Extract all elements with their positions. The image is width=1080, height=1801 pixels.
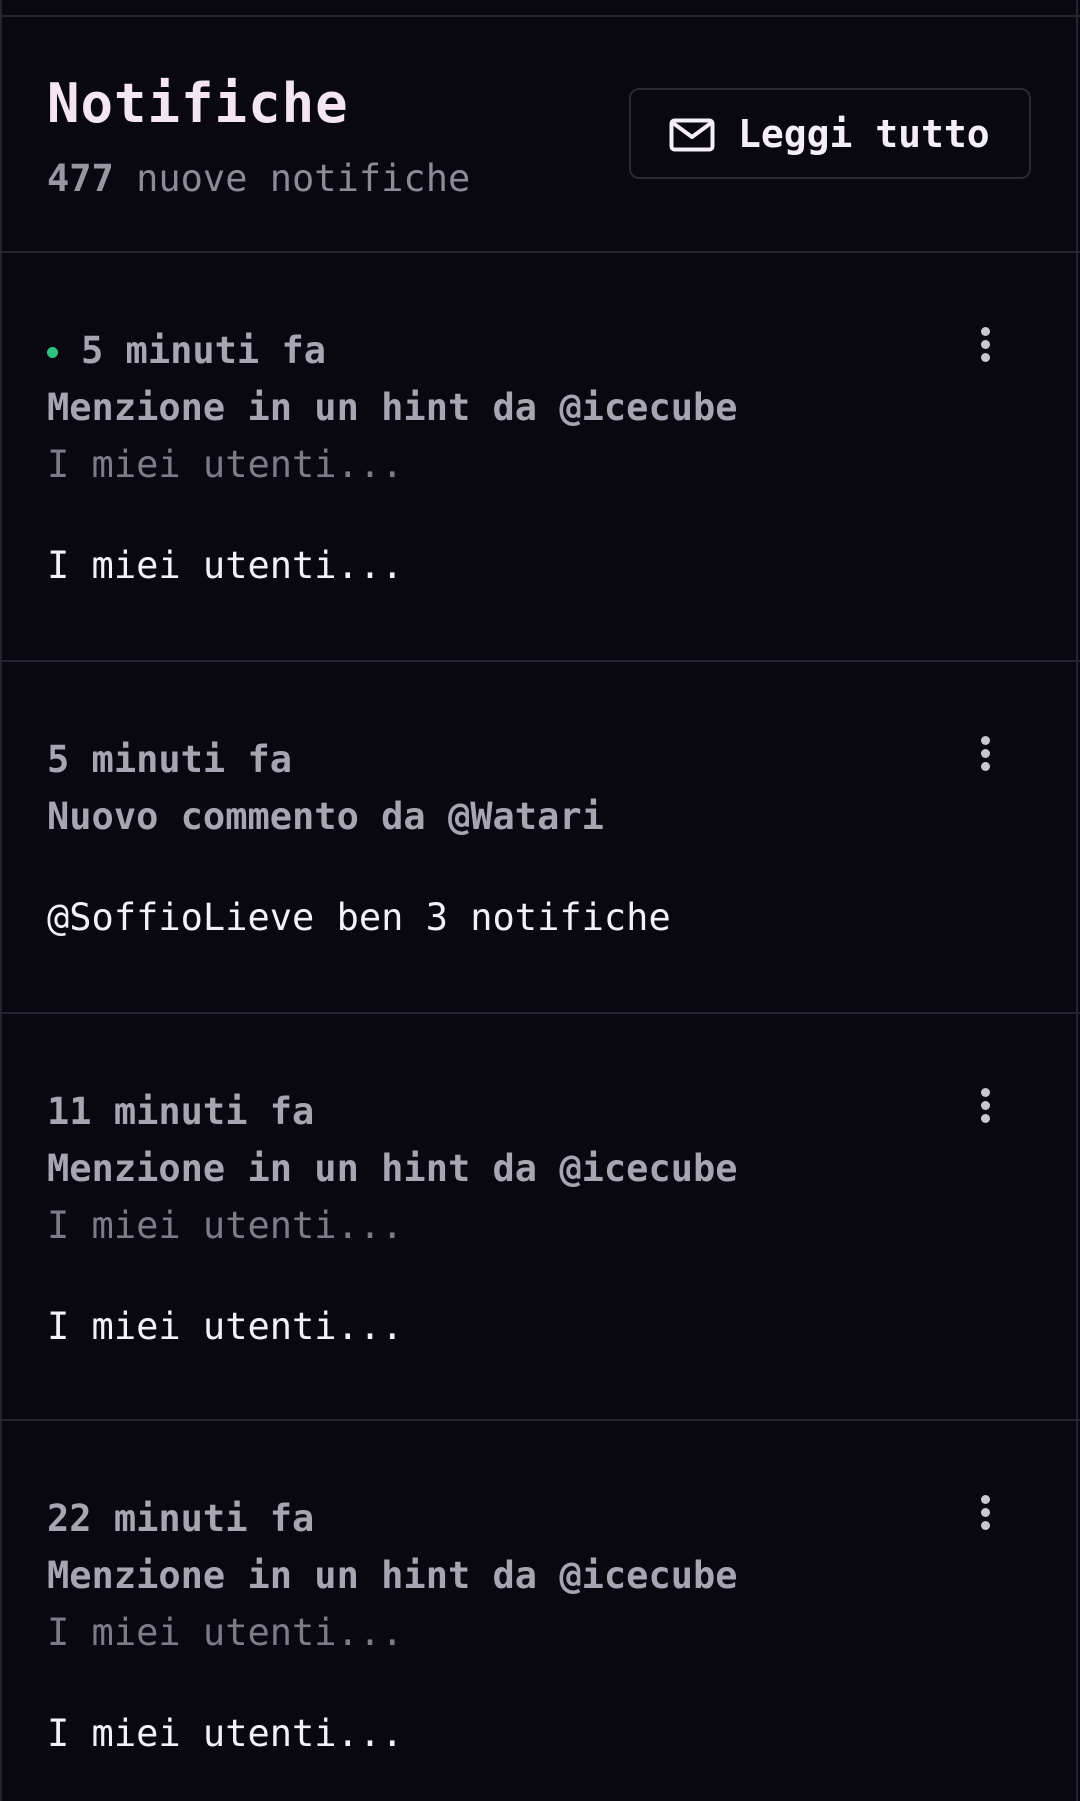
notification-item[interactable]: 5 minuti fa Nuovo commento da @Watari @S… xyxy=(0,662,1080,1014)
notification-title: Menzione in un hint da @icecube xyxy=(47,386,738,429)
unread-count-suffix: nuove notifiche xyxy=(113,157,471,200)
notification-body: I miei utenti... xyxy=(47,1305,404,1348)
page-title: Notifiche xyxy=(47,72,349,135)
notification-title: Menzione in un hint da @icecube xyxy=(47,1554,738,1597)
notification-title: Nuovo commento da @Watari xyxy=(47,795,604,838)
envelope-icon xyxy=(669,118,715,152)
read-all-label: Leggi tutto xyxy=(738,112,990,156)
more-options-icon[interactable] xyxy=(975,327,999,371)
notification-time: 22 minuti fa xyxy=(47,1497,315,1540)
notification-body: I miei utenti... xyxy=(47,1712,404,1755)
notification-item[interactable]: 11 minuti fa Menzione in un hint da @ice… xyxy=(0,1014,1080,1421)
unread-dot xyxy=(47,347,58,358)
notification-item[interactable]: 5 minuti fa Menzione in un hint da @icec… xyxy=(0,253,1080,662)
notification-time: 11 minuti fa xyxy=(47,1090,315,1133)
notification-time: 5 minuti fa xyxy=(81,329,327,372)
notification-excerpt: I miei utenti... xyxy=(47,443,404,486)
notification-title: Menzione in un hint da @icecube xyxy=(47,1147,738,1190)
more-options-icon[interactable] xyxy=(975,736,999,780)
notification-excerpt: I miei utenti... xyxy=(47,1204,404,1247)
more-options-icon[interactable] xyxy=(975,1495,999,1539)
unread-count: 477 xyxy=(47,157,114,200)
unread-count-text: 477 nuove notifiche xyxy=(47,157,470,200)
notification-body: I miei utenti... xyxy=(47,544,404,587)
notification-time: 5 minuti fa xyxy=(47,738,293,781)
read-all-button[interactable]: Leggi tutto xyxy=(629,88,1031,179)
notifications-header: Notifiche 477 nuove notifiche Leggi tutt… xyxy=(0,17,1080,253)
notification-item[interactable]: 22 minuti fa Menzione in un hint da @ice… xyxy=(0,1421,1080,1801)
notification-excerpt: I miei utenti... xyxy=(47,1611,404,1654)
more-options-icon[interactable] xyxy=(975,1088,999,1132)
notification-body: @SoffioLieve ben 3 notifiche xyxy=(47,896,671,939)
